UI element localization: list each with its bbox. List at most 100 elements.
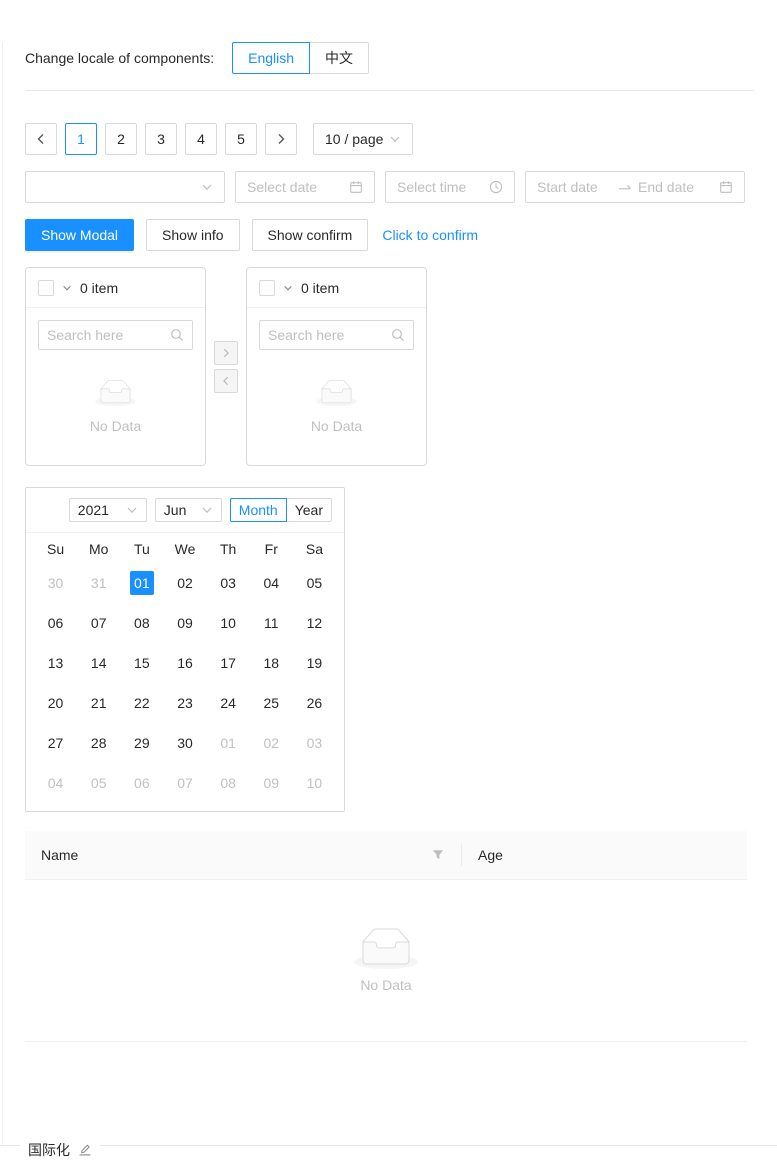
calendar-date[interactable]: 13 xyxy=(34,643,77,683)
calendar-date[interactable]: 24 xyxy=(207,683,250,723)
calendar-date[interactable]: 26 xyxy=(293,683,336,723)
pagination-page-2[interactable]: 2 xyxy=(105,123,137,155)
pagination-page-5[interactable]: 5 xyxy=(225,123,257,155)
calendar-date[interactable]: 22 xyxy=(120,683,163,723)
calendar-date[interactable]: 08 xyxy=(120,603,163,643)
weekday-label: Fr xyxy=(264,541,278,557)
time-picker-input[interactable] xyxy=(397,179,489,195)
calendar-date[interactable]: 17 xyxy=(207,643,250,683)
show-modal-button[interactable]: Show Modal xyxy=(25,219,135,251)
range-end-placeholder[interactable]: End date xyxy=(638,179,713,195)
calendar-date[interactable]: 31 xyxy=(77,563,120,603)
show-info-button[interactable]: Show info xyxy=(146,219,240,251)
table-column-name: Name xyxy=(25,831,462,879)
calendar-date[interactable]: 05 xyxy=(293,563,336,603)
filter-icon[interactable] xyxy=(430,847,446,863)
chevron-down-icon xyxy=(389,133,401,145)
chevron-down-icon xyxy=(201,504,213,516)
search-input[interactable] xyxy=(47,327,170,343)
calendar-week-row: 20 21 22 23 24 25 26 xyxy=(34,683,336,723)
pagination-page-1[interactable]: 1 xyxy=(65,123,97,155)
calendar-date-selected[interactable]: 01 xyxy=(120,563,163,603)
calendar-date[interactable]: 16 xyxy=(163,643,206,683)
transfer-source-count: 0 item xyxy=(80,279,119,296)
weekday-label: Sa xyxy=(305,541,323,557)
calendar-date[interactable]: 04 xyxy=(250,563,293,603)
empty-box-icon xyxy=(95,380,136,406)
select-all-checkbox[interactable] xyxy=(38,279,54,296)
calendar-date[interactable]: 07 xyxy=(163,763,206,803)
pagination-prev-button[interactable] xyxy=(25,123,57,155)
calendar-date[interactable]: 03 xyxy=(293,723,336,763)
pagination-next-button[interactable] xyxy=(265,123,297,155)
calendar-date[interactable]: 05 xyxy=(77,763,120,803)
calendar-date[interactable]: 07 xyxy=(77,603,120,643)
page-size-select[interactable]: 10 / page xyxy=(313,123,413,155)
calendar-date[interactable]: 29 xyxy=(120,723,163,763)
transfer-target-panel: 0 item No Data xyxy=(246,267,427,466)
date-picker[interactable] xyxy=(235,171,375,203)
calendar-date[interactable]: 30 xyxy=(34,563,77,603)
calendar-date[interactable]: 14 xyxy=(77,643,120,683)
calendar-date[interactable]: 23 xyxy=(163,683,206,723)
range-start-placeholder[interactable]: Start date xyxy=(537,179,612,195)
calendar-date[interactable]: 25 xyxy=(250,683,293,723)
calendar-date[interactable]: 04 xyxy=(34,763,77,803)
calendar-date[interactable]: 19 xyxy=(293,643,336,683)
data-table: Name Age No Data xyxy=(25,831,747,1042)
calendar-date[interactable]: 18 xyxy=(250,643,293,683)
calendar-icon xyxy=(719,180,733,194)
transfer-to-right-button[interactable] xyxy=(214,340,238,365)
calendar-month-select[interactable]: Jun xyxy=(154,498,222,522)
search-input[interactable] xyxy=(268,327,391,343)
empty-select[interactable] xyxy=(25,171,225,203)
select-all-checkbox[interactable] xyxy=(259,279,275,296)
radio-chinese[interactable]: 中文 xyxy=(310,42,370,74)
calendar-date[interactable]: 08 xyxy=(207,763,250,803)
calendar-date[interactable]: 03 xyxy=(207,563,250,603)
range-picker[interactable]: Start date End date xyxy=(525,171,745,203)
time-picker[interactable] xyxy=(385,171,515,203)
transfer-to-left-button[interactable] xyxy=(214,368,238,393)
calendar-year-select[interactable]: 2021 xyxy=(68,498,147,522)
transfer-target-search[interactable] xyxy=(259,320,414,350)
calendar-date[interactable]: 30 xyxy=(163,723,206,763)
empty-text: No Data xyxy=(310,418,363,434)
calendar-date[interactable]: 02 xyxy=(250,723,293,763)
calendar-date[interactable]: 02 xyxy=(163,563,206,603)
calendar-date[interactable]: 06 xyxy=(120,763,163,803)
table-column-age: Age xyxy=(462,831,747,879)
transfer: 0 item No Data xyxy=(25,267,753,466)
calendar-mode-month[interactable]: Month xyxy=(229,498,287,522)
calendar-date[interactable]: 01 xyxy=(207,723,250,763)
empty-box-icon xyxy=(316,380,357,406)
calendar-header: 2021 Jun Month Year xyxy=(26,488,344,533)
pagination-page-4[interactable]: 4 xyxy=(185,123,217,155)
calendar-mode-year[interactable]: Year xyxy=(286,498,332,522)
calendar-date[interactable]: 12 xyxy=(293,603,336,643)
calendar-date[interactable]: 11 xyxy=(250,603,293,643)
calendar-date[interactable]: 09 xyxy=(163,603,206,643)
transfer-target-body: No Data xyxy=(247,320,426,434)
calendar-date[interactable]: 06 xyxy=(34,603,77,643)
calendar-date[interactable]: 15 xyxy=(120,643,163,683)
calendar-date[interactable]: 10 xyxy=(293,763,336,803)
chevron-down-icon[interactable] xyxy=(62,283,72,293)
calendar-date[interactable]: 28 xyxy=(77,723,120,763)
calendar-date[interactable]: 21 xyxy=(77,683,120,723)
transfer-source-search[interactable] xyxy=(38,320,193,350)
calendar-date[interactable]: 27 xyxy=(34,723,77,763)
click-to-confirm-link[interactable]: Click to confirm xyxy=(382,227,478,243)
edit-icon[interactable] xyxy=(78,1143,92,1157)
weekday-label: Th xyxy=(219,541,237,557)
calendar-mode-radio-group: Month Year xyxy=(229,498,332,522)
calendar-date[interactable]: 20 xyxy=(34,683,77,723)
pagination-page-3[interactable]: 3 xyxy=(145,123,177,155)
date-picker-input[interactable] xyxy=(247,179,349,195)
show-confirm-button[interactable]: Show confirm xyxy=(251,219,369,251)
calendar-date[interactable]: 10 xyxy=(207,603,250,643)
calendar-date[interactable]: 09 xyxy=(250,763,293,803)
chevron-down-icon[interactable] xyxy=(283,283,293,293)
transfer-source-panel: 0 item No Data xyxy=(25,267,206,466)
radio-english[interactable]: English xyxy=(232,42,311,74)
